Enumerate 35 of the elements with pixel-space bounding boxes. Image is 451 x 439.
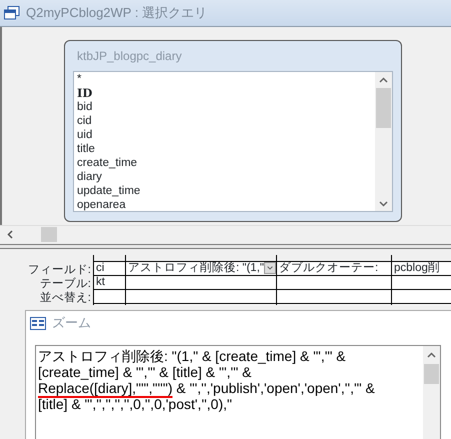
field-name[interactable]: bid <box>77 100 92 114</box>
scroll-left-icon[interactable] <box>7 230 13 238</box>
field-name[interactable]: create_time <box>77 156 138 170</box>
field-name[interactable]: * <box>77 72 82 86</box>
field-name[interactable]: cid <box>77 114 92 128</box>
field-name[interactable]: title <box>77 142 95 156</box>
column-selector[interactable] <box>126 255 276 262</box>
scrollbar[interactable] <box>375 72 392 211</box>
scroll-thumb[interactable] <box>376 88 391 128</box>
window-title: Q2myPCblog2WP : 選択クエリ <box>26 4 208 22</box>
scroll-up-icon[interactable] <box>379 77 388 83</box>
expression-text: アストロフィ削除後: "(1," & [create_time] & "','" & [create_time] & "','" & [title] & "','" & Replace([diary],"'","''") & "','','publish','open','open','','" & [title] & "','','','','',0,'',0,'post','',0)," <box>37 347 376 414</box>
zoom-text-field[interactable]: アストロフィ削除後: "(1," & [create_time] & "','" & [create_time] & "','" & [title] & "','" & Replace([diary],"'","''") & "','','publish','open','open','','" & [title] & "','','','','',0,'',0,'post','',0)," <box>35 345 441 439</box>
field-name[interactable]: uid <box>77 128 92 142</box>
column-selector[interactable] <box>277 255 391 262</box>
field-name[interactable]: diary <box>77 170 102 184</box>
row-label: テーブル: <box>40 278 91 290</box>
zoom-window-icon <box>30 316 46 330</box>
horizontal-scrollbar[interactable] <box>0 225 451 242</box>
dialog-title: ズーム <box>52 314 91 332</box>
scroll-thumb[interactable] <box>41 226 57 242</box>
field-name[interactable]: update_time <box>77 184 140 198</box>
scroll-thumb[interactable] <box>424 364 439 384</box>
table-title: ktbJP_blogpc_diary <box>77 48 182 65</box>
dropdown-button[interactable] <box>264 262 276 274</box>
column-selector[interactable] <box>392 255 451 262</box>
row-label: 並べ替え: <box>40 292 91 304</box>
scroll-up-icon[interactable] <box>427 352 436 358</box>
field-name[interactable]: openarea <box>77 198 126 211</box>
row-label: フィールド: <box>28 264 91 276</box>
scrollbar[interactable] <box>423 346 440 439</box>
query-window-icon <box>4 6 20 20</box>
column-selector[interactable] <box>94 255 125 262</box>
scroll-down-icon[interactable] <box>379 201 388 207</box>
field-name[interactable]: ID <box>77 86 92 100</box>
